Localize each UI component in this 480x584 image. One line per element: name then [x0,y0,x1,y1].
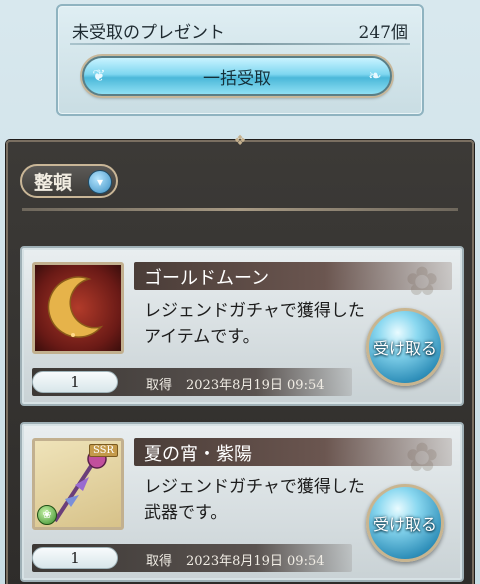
receive-button[interactable]: 受け取る [366,308,444,386]
gift-name: ゴールドムーン [144,268,270,289]
chevron-down-icon: ▾ [88,170,112,194]
sort-label: 整頓 [34,171,73,194]
gift-quantity: 1 [32,547,118,569]
gift-name: 夏の宵・紫陽 [144,444,252,465]
flourish-left-icon: ❦ [92,66,106,85]
receive-all-label: 一括受取 [203,68,271,89]
receive-label: 受け取る [372,339,437,358]
rarity-badge: SSR [88,444,118,457]
gift-name-bar: ゴールドムーン [134,262,452,290]
acquired-date: 2023年8月19日 09:54 [186,554,325,569]
summary-title: 未受取のプレゼント [72,23,225,43]
receive-label: 受け取る [372,515,437,534]
acquired-label: 取得 [146,554,173,569]
acquired-date: 2023年8月19日 09:54 [186,378,325,393]
gift-name-bar: 夏の宵・紫陽 [134,438,452,466]
ornament-icon: ❖ [233,133,247,149]
gift-card: ✿ ゴールドムーン レジェンドガチャで獲得したアイテムです。 1 取得 2023… [20,246,464,406]
gift-description: レジェンドガチャで獲得した武器です。 [144,477,365,523]
divider [22,208,458,211]
weapon-item-icon[interactable]: SSR ❀ [32,438,124,530]
crescent-moon-icon [47,276,104,338]
gift-card: ✿ SSR ❀ 夏の宵・紫陽 レジェンドガチャで獲得した武器です。 1 取得 2… [20,422,464,582]
sort-button[interactable]: 整頓 ▾ [20,164,118,198]
divider [70,43,410,45]
gift-quantity: 1 [32,371,118,393]
wind-element-icon: ❀ [37,505,57,525]
present-list-panel: ❖ 整頓 ▾ ✿ ゴールドムーン レジェンドガチャで獲得したアイテムです。 1 … [6,133,474,584]
acquired-label: 取得 [146,378,173,393]
receive-all-button[interactable]: ❦ 一括受取 ❧ [82,56,392,96]
receive-button[interactable]: 受け取る [366,484,444,562]
gift-description: レジェンドガチャで獲得したアイテムです。 [144,301,365,347]
flourish-right-icon: ❧ [368,66,382,85]
present-count: 247個 [358,23,408,43]
gold-moon-item-icon[interactable] [32,262,124,354]
unclaimed-presents-panel: 未受取のプレゼント 247個 ❦ 一括受取 ❧ [56,4,424,116]
